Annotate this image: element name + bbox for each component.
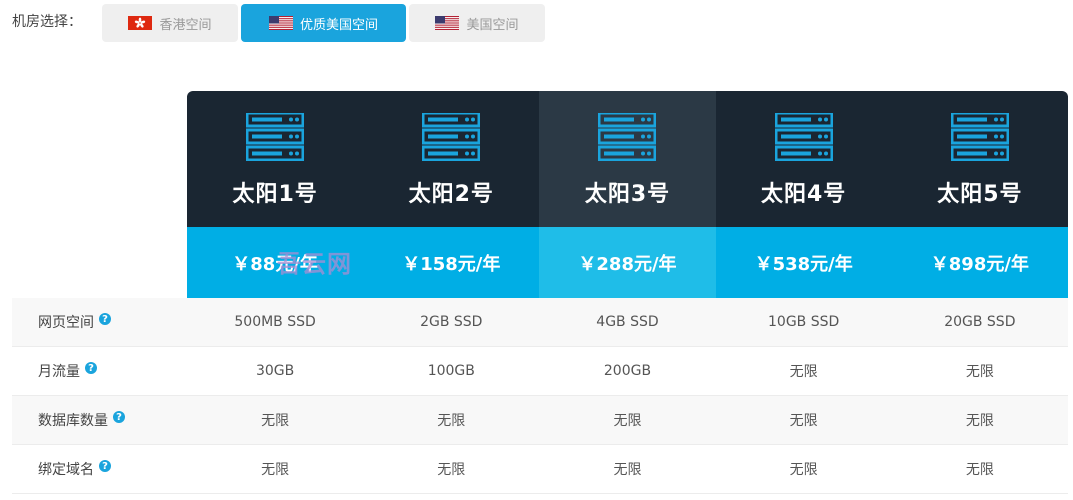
feature-cell: 无限 [789,413,818,429]
table-row: 月流量 ? 30GB 100GB 200GB 无限 无限 [12,347,1068,396]
plan-name: 太阳2号 [408,182,494,207]
feature-cell: 无限 [965,462,994,478]
plan-name: 太阳1号 [232,182,318,207]
feature-name: 绑定域名 ? [12,459,187,479]
tab-label: 香港空间 [159,17,212,33]
tab-label: 美国空间 [466,17,519,33]
plan-name: 太阳3号 [584,182,671,207]
help-icon[interactable]: ? [113,411,125,423]
feature-cell: 无限 [437,413,466,429]
feature-label: 网页空间 [38,315,94,331]
feature-name: 网页空间 ? [12,312,187,332]
feature-cell: 无限 [965,364,994,380]
plan-column-4[interactable]: 太阳4号 ￥538元/年 [715,91,892,298]
feature-cell: 10GB SSD [768,314,840,330]
plan-price: ￥288元/年 [539,227,716,298]
tab-premium-us-space[interactable]: 优质美国空间 [241,4,406,42]
feature-cell: 无限 [261,462,290,478]
plan-price: ￥88元/年 [187,227,364,298]
feature-cell: 200GB [603,363,652,379]
tab-us-space[interactable]: 美国空间 [409,4,545,42]
us-flag-icon [268,16,293,30]
plan-top: 太阳5号 [891,91,1068,227]
feature-cell: 30GB [255,363,295,379]
plan-price: ￥898元/年 [891,227,1068,298]
plan-column-5[interactable]: 太阳5号 ￥898元/年 [891,91,1068,298]
plan-top: 太阳4号 [715,91,892,227]
server-icon [245,111,305,162]
plan-column-3[interactable]: 太阳3号 ￥288元/年 [539,91,716,298]
server-icon [597,111,657,162]
feature-cell: 2GB SSD [420,314,483,330]
feature-cell: 无限 [437,462,466,478]
table-row: 绑定域名 ? 无限 无限 无限 无限 无限 [12,445,1068,494]
feature-name: 数据库数量 ? [12,410,187,430]
help-icon[interactable]: ? [99,460,111,472]
plans-header: 太阳1号 ￥88元/年 太阳2号 ￥158元/年 太阳3号 ￥288元/年 太阳… [187,91,1068,298]
feature-cell: 无限 [965,413,994,429]
feature-cell: 100GB [427,363,475,379]
table-row: 网页空间 ? 500MB SSD 2GB SSD 4GB SSD 10GB SS… [12,298,1068,347]
plan-top: 太阳3号 [539,91,716,227]
plan-name: 太阳4号 [761,182,847,207]
feature-cell: 无限 [789,364,818,380]
feature-cell: 无限 [789,462,818,478]
server-icon [421,111,481,162]
help-icon[interactable]: ? [99,313,111,325]
plan-column-2[interactable]: 太阳2号 ￥158元/年 [363,91,540,298]
feature-cell: 20GB SSD [944,314,1016,330]
feature-label: 月流量 [38,364,80,380]
hk-flag-icon [128,16,153,30]
datacenter-selector-label: 机房选择： [12,14,82,30]
feature-name: 月流量 ? [12,361,187,381]
feature-table: 网页空间 ? 500MB SSD 2GB SSD 4GB SSD 10GB SS… [12,298,1068,494]
plan-column-1[interactable]: 太阳1号 ￥88元/年 [187,91,364,298]
plan-top: 太阳1号 [187,91,364,227]
plan-price: ￥158元/年 [363,227,540,298]
feature-label: 数据库数量 [38,413,108,429]
feature-cell: 500MB SSD [234,314,316,330]
feature-cell: 无限 [261,413,290,429]
table-row: 数据库数量 ? 无限 无限 无限 无限 无限 [12,396,1068,445]
plan-name: 太阳5号 [937,182,1023,207]
feature-label: 绑定域名 [38,462,94,478]
server-icon [950,111,1010,162]
plan-top: 太阳2号 [363,91,540,227]
server-icon [774,111,834,162]
tab-hk-space[interactable]: 香港空间 [102,4,238,42]
feature-cell: 无限 [613,462,642,478]
help-icon[interactable]: ? [85,362,97,374]
us-flag-icon [435,16,460,30]
tab-label: 优质美国空间 [299,17,378,33]
plan-price: ￥538元/年 [715,227,892,298]
feature-cell: 4GB SSD [596,314,659,330]
feature-cell: 无限 [613,413,642,429]
